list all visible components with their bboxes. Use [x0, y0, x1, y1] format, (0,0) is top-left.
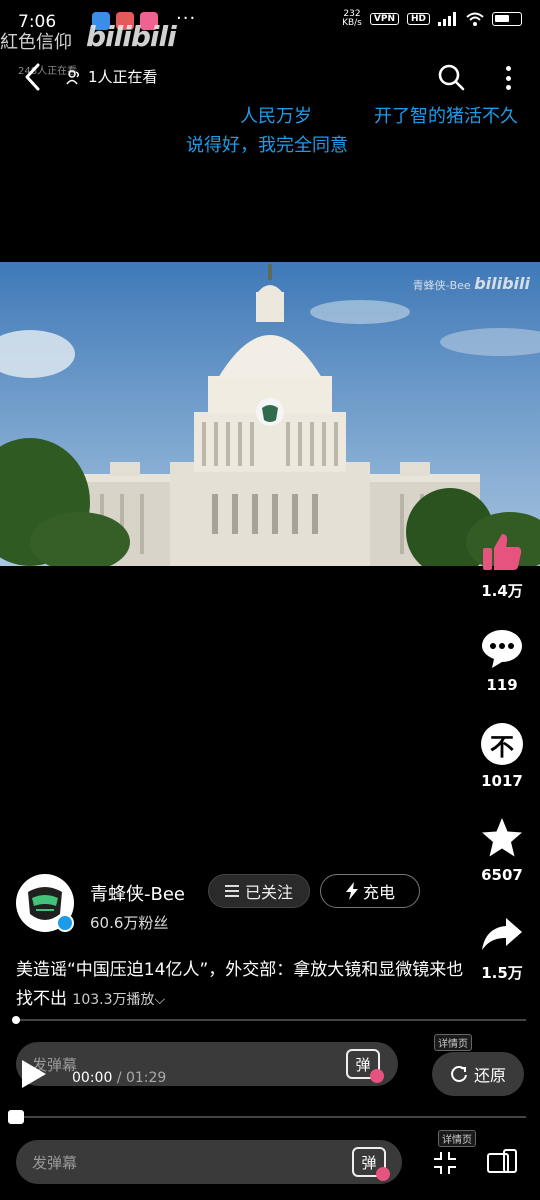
- chevron-down-icon[interactable]: ⌵: [155, 992, 166, 1008]
- status-more: ···: [176, 8, 197, 29]
- danmaku-toggle[interactable]: 弹: [352, 1147, 390, 1181]
- picture-in-picture-icon: [487, 1149, 517, 1173]
- watermark-logo: bilibili: [86, 20, 177, 53]
- star-icon: [478, 814, 526, 862]
- danmaku-input-bar-secondary[interactable]: 发弹幕 弹: [16, 1140, 402, 1184]
- battery-icon: [492, 12, 522, 26]
- play-count: 103.3万播放: [72, 992, 155, 1008]
- status-bar: 7:06 ··· 232 KB/s VPN HD: [0, 0, 540, 44]
- like-button[interactable]: 1.4万: [470, 528, 534, 601]
- comment-icon: [478, 624, 526, 672]
- restore-button[interactable]: 还原: [432, 1052, 524, 1096]
- wifi-icon: [466, 12, 484, 26]
- share-count: 1.5万: [481, 964, 523, 982]
- like-icon: [478, 528, 526, 576]
- watermark-text: 紅色信仰: [0, 32, 72, 53]
- comment-count: 119: [486, 676, 518, 694]
- play-icon: [22, 1060, 46, 1088]
- share-icon: [478, 910, 526, 958]
- danmaku-toggle[interactable]: 弹: [346, 1049, 384, 1083]
- fan-count: 60.6万粉丝: [90, 914, 169, 932]
- danmaku-comment: 人民万岁: [240, 106, 312, 127]
- share-button[interactable]: 1.5万: [470, 910, 534, 983]
- progress-track-secondary[interactable]: [16, 1116, 526, 1118]
- verified-icon: [56, 914, 74, 932]
- favorite-button[interactable]: 6507: [470, 814, 534, 884]
- danmaku-comment: 说得好，我完全同意: [186, 135, 348, 156]
- menu-lines-icon: [224, 885, 239, 897]
- search-button[interactable]: [436, 62, 466, 92]
- dot-icon: [505, 85, 511, 90]
- danmaku-placeholder: 发弹幕: [32, 1154, 78, 1172]
- coin-button[interactable]: 不 1017: [470, 720, 534, 790]
- like-count: 1.4万: [481, 582, 523, 600]
- back-button[interactable]: [20, 60, 46, 94]
- video-title[interactable]: 美造谣“中国压迫14亿人”，外交部：拿放大镜和显微镜来也找不出 103.3万播放…: [16, 956, 466, 1015]
- back-arrow-icon: [25, 63, 40, 91]
- detail-tag: 详情页: [438, 1130, 476, 1147]
- vpn-badge: VPN: [369, 13, 399, 25]
- progress-handle-secondary[interactable]: [8, 1110, 24, 1124]
- people-icon: [66, 69, 80, 84]
- search-icon: [438, 64, 465, 91]
- video-watermark: 青蜂侠-Bee bilibili: [412, 274, 530, 293]
- playback-time: 00:00 / 01:29: [72, 1070, 167, 1086]
- hd-badge: HD: [406, 13, 430, 25]
- detail-tag: 详情页: [434, 1034, 472, 1051]
- danmaku-comment: 开了智的猪活不久: [374, 106, 518, 127]
- author-name[interactable]: 青蜂侠-Bee: [90, 880, 185, 906]
- dot-icon: [505, 66, 511, 71]
- following-button[interactable]: 已关注: [208, 874, 310, 908]
- fullscreen-button[interactable]: [432, 1150, 458, 1180]
- lightning-icon: [345, 882, 358, 900]
- signal-icon: [438, 12, 456, 26]
- dot-icon: [505, 75, 511, 81]
- charge-button[interactable]: 充电: [320, 874, 420, 908]
- viewer-count-label: 1人正在看: [88, 68, 158, 86]
- viewer-count: 1人正在看: [66, 66, 158, 87]
- video-player[interactable]: 青蜂侠-Bee bilibili: [0, 262, 540, 566]
- collapse-icon: [434, 1152, 456, 1174]
- favorite-count: 6507: [481, 866, 523, 884]
- restore-icon: [451, 1066, 467, 1082]
- net-speed: 232 KB/s: [342, 9, 362, 28]
- coin-icon: 不: [478, 720, 526, 768]
- coin-count: 1017: [481, 772, 523, 790]
- progress-track[interactable]: [16, 1019, 526, 1021]
- play-button[interactable]: [20, 1058, 48, 1094]
- comment-button[interactable]: 119: [470, 624, 534, 694]
- mini-window-button[interactable]: [486, 1148, 518, 1180]
- video-frame: [0, 262, 540, 566]
- more-options-button[interactable]: [498, 62, 518, 94]
- status-right: 232 KB/s VPN HD: [342, 10, 522, 28]
- progress-handle[interactable]: [12, 1016, 20, 1024]
